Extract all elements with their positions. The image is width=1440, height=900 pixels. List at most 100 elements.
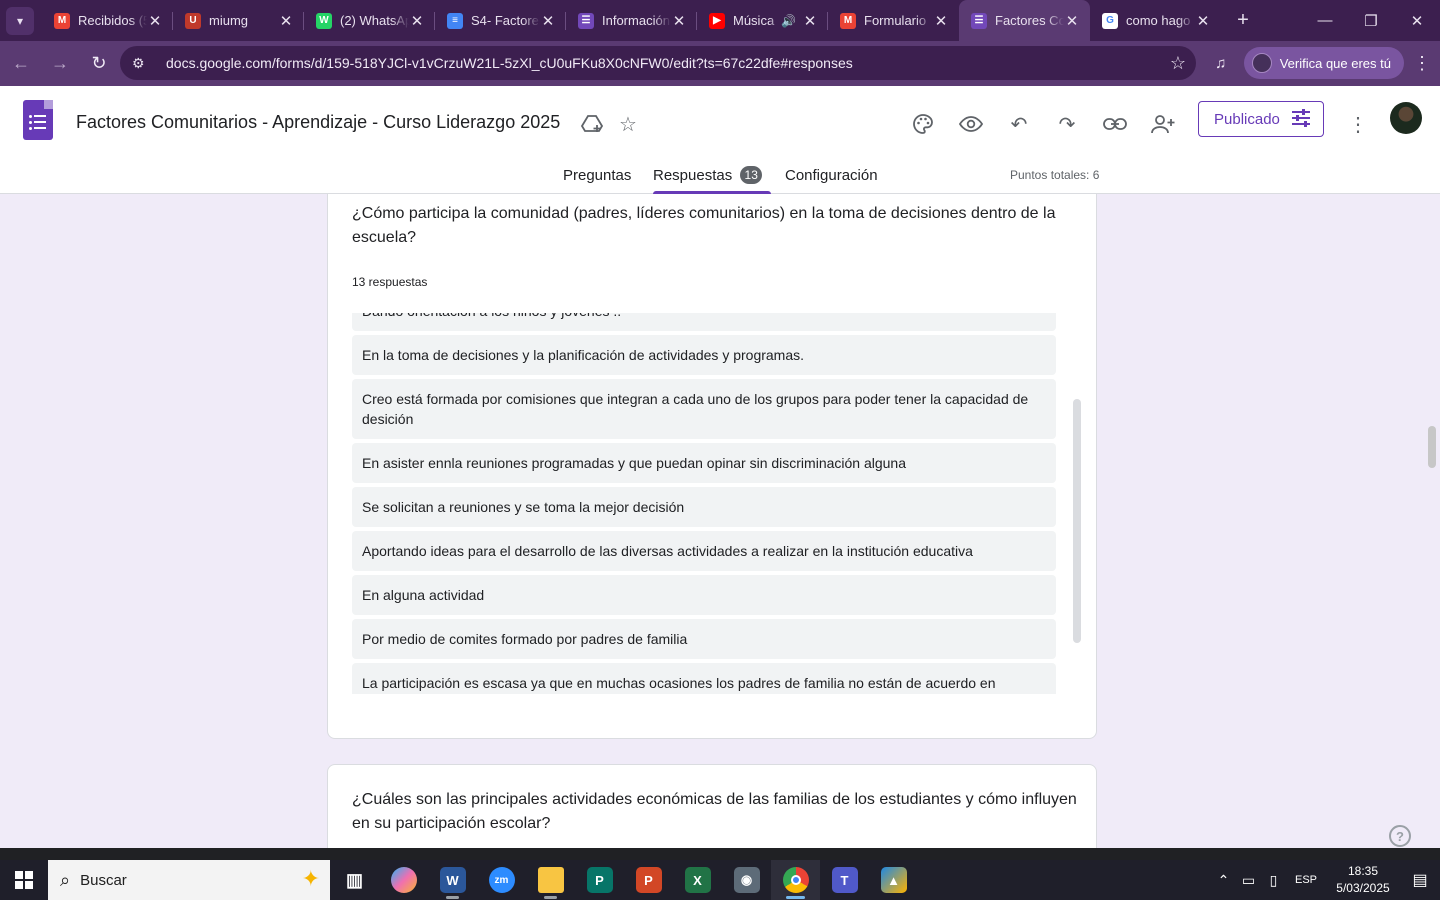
close-tab-icon[interactable]: ✕ <box>802 12 818 30</box>
browser-tab-title: (2) WhatsApp <box>340 13 409 28</box>
profile-avatar-icon <box>1251 53 1272 73</box>
publisher-icon: P <box>586 867 613 893</box>
total-points: Puntos totales: 6 <box>1010 168 1100 182</box>
forward-button[interactable]: → <box>42 46 78 82</box>
task-view-button[interactable]: ▥ <box>330 860 379 900</box>
close-tab-icon[interactable]: ✕ <box>933 12 949 30</box>
url-text[interactable]: docs.google.com/forms/d/159-518YJCl-v1vC… <box>166 55 1160 71</box>
photos-app[interactable]: ▲ <box>869 860 918 900</box>
close-window-button[interactable]: ✕ <box>1394 0 1440 41</box>
published-button[interactable]: Publicado <box>1198 101 1324 137</box>
tab-questions[interactable]: Preguntas <box>563 156 631 194</box>
audio-playing-icon[interactable]: 🔊 <box>781 14 796 28</box>
form-tabs: Preguntas Respuestas 13 Configuración Pu… <box>0 156 1440 194</box>
network-icon[interactable]: ▭ <box>1236 872 1261 889</box>
word-icon: W <box>439 867 466 893</box>
google-forms-logo-icon[interactable] <box>23 100 53 140</box>
browser-tab[interactable]: W (2) WhatsApp✕ <box>304 0 435 41</box>
photos-icon: ▲ <box>880 867 907 893</box>
media-controls-icon[interactable]: ♫ <box>1206 55 1236 72</box>
file-explorer-app[interactable] <box>526 860 575 900</box>
chevron-up-icon[interactable]: ⌃ <box>1211 872 1236 889</box>
windows-taskbar: ⌕ Buscar ✦ ▥ W zm P P X ◉ T ▲ ⌃ ▭ ▯ ESP … <box>0 860 1440 900</box>
response-count-badge: 13 <box>740 166 763 184</box>
clock-time: 18:35 <box>1347 864 1379 878</box>
browser-tab[interactable]: ☰ Factores Co ✕ <box>959 0 1090 41</box>
close-tab-icon[interactable]: ✕ <box>409 12 425 30</box>
form-title[interactable]: Factores Comunitarios - Aprendizaje - Cu… <box>76 112 560 133</box>
browser-tab[interactable]: Umiumg ✕ <box>173 0 304 41</box>
browser-tab[interactable]: ☰ Información ✕ <box>566 0 697 41</box>
browser-tab[interactable]: ▶ Música 🔊 ✕ <box>697 0 828 41</box>
chrome-icon <box>782 867 809 893</box>
star-icon[interactable]: ☆ <box>610 106 646 142</box>
profile-verify-chip[interactable]: Verifica que eres tú <box>1243 47 1404 79</box>
move-to-drive-icon[interactable] <box>574 106 610 142</box>
address-bar[interactable]: ⚙ docs.google.com/forms/d/159-518YJCl-v1… <box>120 46 1196 80</box>
taskbar-search[interactable]: ⌕ Buscar ✦ <box>48 860 330 900</box>
customize-theme-icon[interactable] <box>905 106 941 142</box>
word-app[interactable]: W <box>428 860 477 900</box>
restore-button[interactable]: ❐ <box>1348 0 1394 41</box>
browser-tab[interactable]: M Formulario ✕ <box>828 0 959 41</box>
browser-tab-title: como hago <box>1126 13 1191 28</box>
tab-search-button[interactable]: ▾ <box>6 6 34 35</box>
browser-tab[interactable]: ≡ S4- Factores ✕ <box>435 0 566 41</box>
zoom-app[interactable]: zm <box>477 860 526 900</box>
publisher-app[interactable]: P <box>575 860 624 900</box>
gmail-icon: M <box>840 12 856 29</box>
system-clock[interactable]: 18:35 5/03/2025 <box>1326 863 1400 897</box>
copilot-icon <box>390 867 417 893</box>
clock-date: 5/03/2025 <box>1336 881 1390 895</box>
new-tab-button[interactable]: + <box>1227 9 1259 32</box>
reload-button[interactable]: ↻ <box>81 46 117 82</box>
copilot-app[interactable] <box>379 860 428 900</box>
undo-icon[interactable]: ↶ <box>1001 106 1037 142</box>
minimize-button[interactable]: — <box>1302 0 1348 41</box>
copy-link-icon[interactable] <box>1097 106 1133 142</box>
folder-icon <box>537 867 564 893</box>
close-tab-icon[interactable]: ✕ <box>278 12 294 30</box>
youtube-icon: ▶ <box>709 12 725 29</box>
answer-list[interactable]: Dando orientación a los niños y jóvenes … <box>352 313 1056 694</box>
responses-content[interactable]: ¿Cómo participa la comunidad (padres, lí… <box>0 194 1440 848</box>
add-collaborator-icon[interactable] <box>1145 106 1181 142</box>
preview-eye-icon[interactable] <box>953 106 989 142</box>
close-tab-icon[interactable]: ✕ <box>671 12 687 30</box>
browser-tab[interactable]: Gcomo hago ✕ <box>1090 0 1221 41</box>
page-scrollbar[interactable] <box>1428 426 1436 468</box>
answer-item: En la toma de decisiones y la planificac… <box>352 335 1056 375</box>
redo-icon[interactable]: ↷ <box>1049 106 1085 142</box>
powerpoint-icon: P <box>635 867 662 893</box>
more-options-icon[interactable]: ⋮ <box>1340 106 1376 142</box>
close-tab-icon[interactable]: ✕ <box>147 12 163 30</box>
back-button[interactable]: ← <box>3 46 39 82</box>
forms-icon: ☰ <box>578 12 594 29</box>
camera-app[interactable]: ◉ <box>722 860 771 900</box>
gmail-icon: M <box>54 12 70 29</box>
browser-tab[interactable]: M Recibidos (5 ✕ <box>42 0 173 41</box>
answer-list-scrollbar[interactable] <box>1073 399 1081 643</box>
battery-icon[interactable]: ▯ <box>1261 872 1286 889</box>
tab-responses[interactable]: Respuestas 13 <box>653 156 771 194</box>
answer-item: Dando orientación a los niños y jóvenes … <box>352 313 1056 331</box>
bookmark-star-icon[interactable]: ☆ <box>1160 53 1196 74</box>
search-icon: ⌕ <box>60 869 71 890</box>
forms-icon: ☰ <box>971 12 987 29</box>
site-settings-icon[interactable]: ⚙ <box>132 55 154 72</box>
start-button[interactable] <box>0 860 48 900</box>
close-tab-icon[interactable]: ✕ <box>540 12 556 30</box>
notifications-icon[interactable]: ▤ <box>1400 870 1440 890</box>
close-tab-icon[interactable]: ✕ <box>1195 12 1211 30</box>
teams-app[interactable]: T <box>820 860 869 900</box>
account-avatar[interactable] <box>1390 102 1422 134</box>
powerpoint-app[interactable]: P <box>624 860 673 900</box>
tab-settings[interactable]: Configuración <box>785 156 878 194</box>
close-tab-icon[interactable]: ✕ <box>1064 12 1080 30</box>
help-icon[interactable]: ? <box>1389 825 1411 847</box>
input-language[interactable]: ESP <box>1286 874 1326 886</box>
chrome-app[interactable] <box>771 860 820 900</box>
excel-app[interactable]: X <box>673 860 722 900</box>
browser-menu-icon[interactable]: ⋮ <box>1404 53 1440 74</box>
browser-tab-title: Factores Co <box>995 13 1064 28</box>
